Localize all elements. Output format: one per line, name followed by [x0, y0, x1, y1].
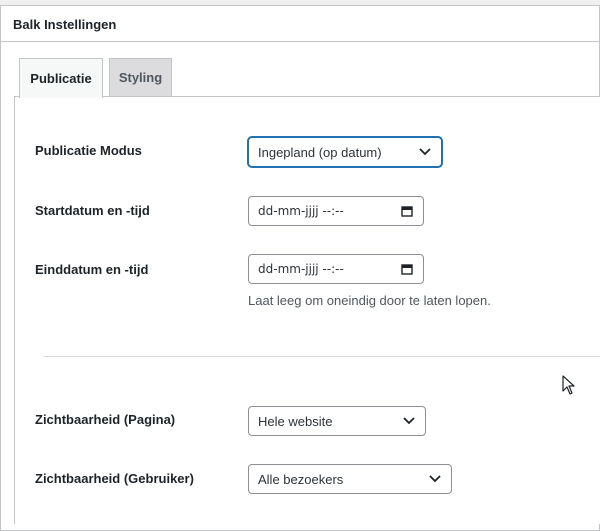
end-datetime-label: Einddatum en -tijd [35, 262, 149, 277]
settings-panel: Balk Instellingen Publicatie Styling Pub… [0, 5, 600, 531]
calendar-icon[interactable] [401, 263, 413, 275]
publication-mode-select[interactable]: Ingepland (op datum) [248, 137, 442, 167]
chevron-down-icon [429, 475, 441, 483]
tab-styling[interactable]: Styling [109, 58, 172, 96]
calendar-icon[interactable] [401, 205, 413, 217]
tab-publicatie[interactable]: Publicatie [19, 58, 103, 98]
mouse-cursor-icon [562, 375, 575, 395]
start-datetime-input[interactable]: dd-mm-jjjj --:-- [248, 196, 424, 226]
visibility-page-label: Zichtbaarheid (Pagina) [35, 412, 176, 427]
section-divider [43, 356, 600, 357]
start-datetime-value: dd-mm-jjjj --:-- [258, 204, 344, 218]
visibility-user-label: Zichtbaarheid (Gebruiker) [35, 471, 194, 486]
panel-title: Balk Instellingen [13, 17, 117, 32]
tab-content-publicatie: Publicatie Modus Ingepland (op datum) St… [14, 96, 600, 524]
publication-mode-label: Publicatie Modus [35, 143, 142, 158]
panel-header: Balk Instellingen [1, 6, 599, 42]
visibility-user-value: Alle bezoekers [258, 471, 344, 487]
visibility-page-value: Hele website [258, 413, 333, 429]
start-datetime-label: Startdatum en -tijd [35, 203, 150, 218]
tab-bar: Publicatie Styling [14, 42, 599, 98]
publication-mode-value: Ingepland (op datum) [258, 144, 382, 160]
end-datetime-input[interactable]: dd-mm-jjjj --:-- [248, 254, 424, 284]
chevron-down-icon [419, 148, 431, 156]
visibility-page-select[interactable]: Hele website [248, 406, 426, 436]
visibility-user-select[interactable]: Alle bezoekers [248, 464, 452, 494]
chevron-down-icon [403, 417, 415, 425]
end-datetime-hint: Laat leeg om oneindig door te laten lope… [248, 293, 491, 308]
end-datetime-value: dd-mm-jjjj --:-- [258, 262, 344, 276]
